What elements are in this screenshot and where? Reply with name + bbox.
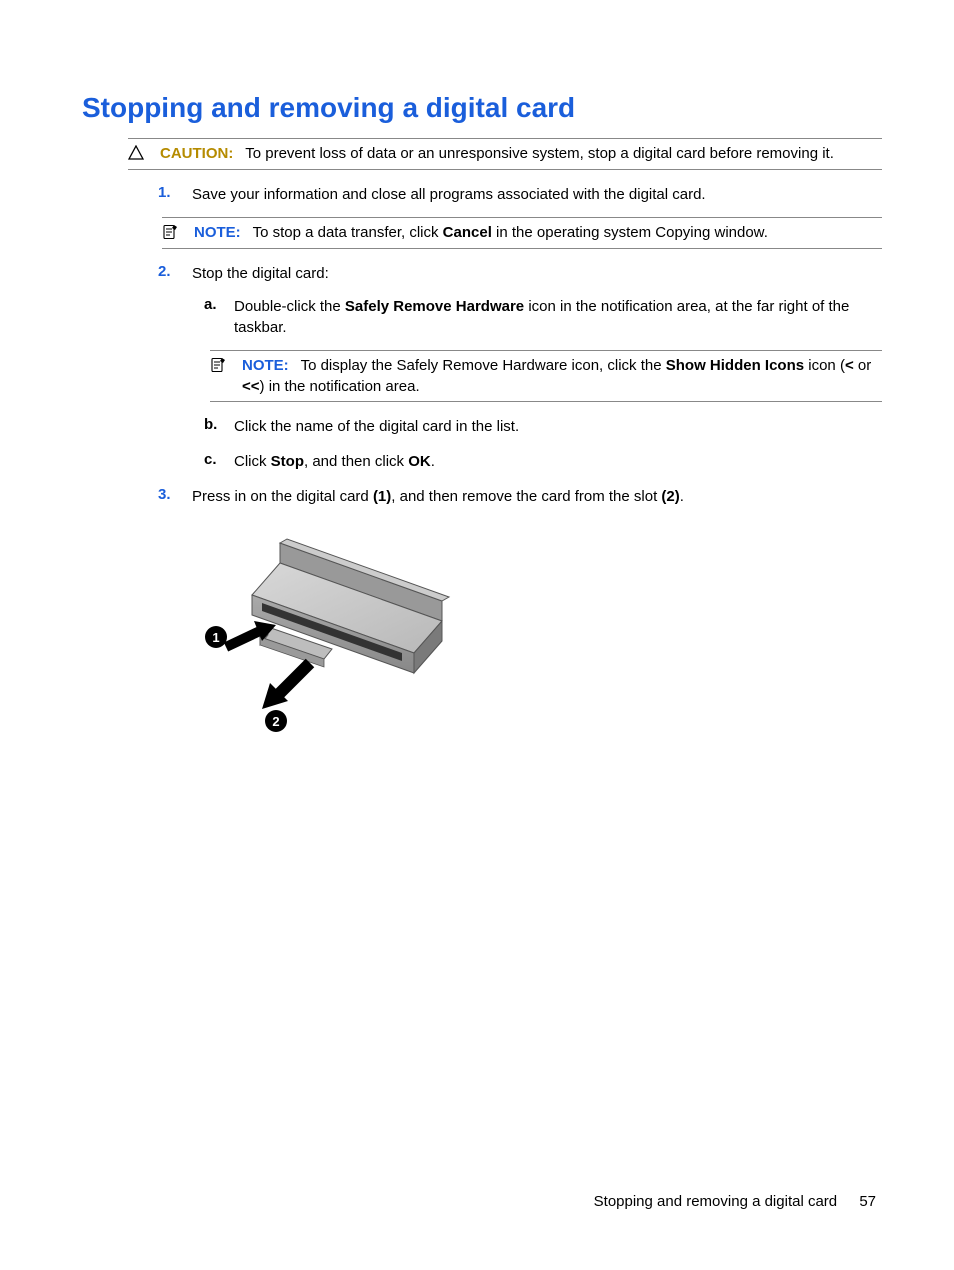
caution-icon (128, 144, 152, 165)
note-1-text: NOTE: To stop a data transfer, click Can… (194, 222, 768, 243)
caution-label: CAUTION: (160, 145, 233, 162)
page-footer: Stopping and removing a digital card 57 (594, 1193, 876, 1210)
step-list: Save your information and close all prog… (82, 184, 882, 507)
substep-list: Double-click the Safely Remove Hardware … (192, 296, 882, 472)
note-icon (210, 356, 234, 377)
step-2: Stop the digital card: Double-click the … (192, 263, 882, 472)
step-2c-text: Click Stop, and then click OK. (234, 453, 435, 470)
step-1-text: Save your information and close all prog… (192, 186, 706, 203)
note-2-text: NOTE: To display the Safely Remove Hardw… (242, 355, 882, 397)
note-callout-2: NOTE: To display the Safely Remove Hardw… (210, 350, 882, 402)
step-3: Press in on the digital card (1), and th… (192, 486, 882, 507)
step-2c: Click Stop, and then click OK. (234, 451, 882, 472)
caution-text: CAUTION: To prevent loss of data or an u… (160, 143, 834, 164)
step-2b-text: Click the name of the digital card in th… (234, 418, 519, 435)
note-label: NOTE: (194, 224, 241, 241)
document-page: Stopping and removing a digital card CAU… (0, 0, 954, 1270)
diagram-label-1: 1 (212, 630, 219, 645)
note-label: NOTE: (242, 357, 289, 374)
note-callout-1: NOTE: To stop a data transfer, click Can… (162, 217, 882, 249)
step-3-text: Press in on the digital card (1), and th… (192, 488, 684, 505)
caution-callout: CAUTION: To prevent loss of data or an u… (128, 138, 882, 170)
footer-text: Stopping and removing a digital card (594, 1193, 838, 1210)
caution-body: To prevent loss of data or an unresponsi… (245, 145, 834, 162)
diagram-label-2: 2 (272, 714, 279, 729)
note-icon (162, 223, 186, 244)
step-2-text: Stop the digital card: (192, 265, 329, 282)
step-1: Save your information and close all prog… (192, 184, 882, 249)
page-number: 57 (859, 1193, 876, 1210)
step-2a: Double-click the Safely Remove Hardware … (234, 296, 882, 402)
card-diagram: 1 2 (192, 523, 882, 737)
step-2a-text: Double-click the Safely Remove Hardware … (234, 298, 849, 336)
page-title: Stopping and removing a digital card (82, 92, 882, 124)
step-2b: Click the name of the digital card in th… (234, 416, 882, 437)
